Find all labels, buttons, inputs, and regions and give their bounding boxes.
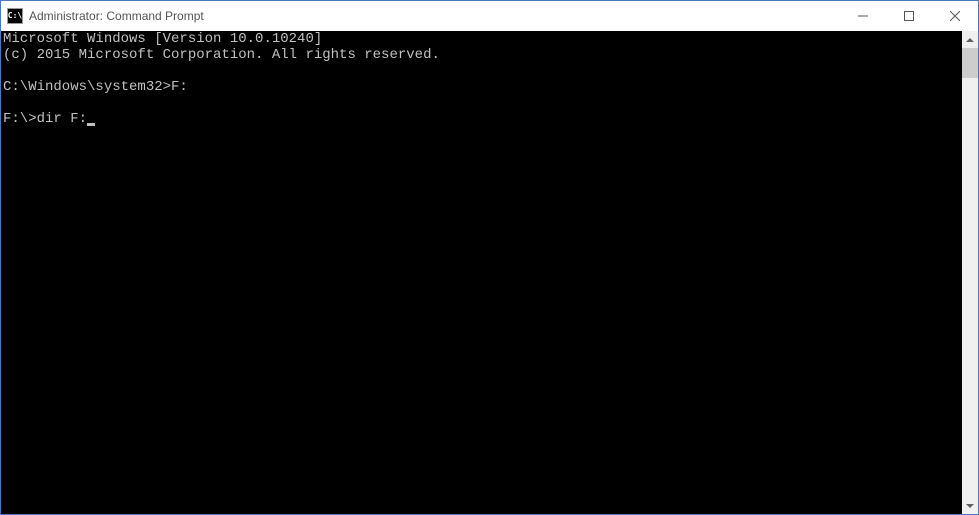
app-icon: C:\: [7, 8, 23, 24]
terminal-line: Microsoft Windows [Version 10.0.10240]: [3, 31, 322, 47]
maximize-button[interactable]: [886, 1, 932, 31]
caption-buttons: [840, 1, 978, 31]
close-button[interactable]: [932, 1, 978, 31]
terminal-line: (c) 2015 Microsoft Corporation. All righ…: [3, 47, 440, 63]
minimize-button[interactable]: [840, 1, 886, 31]
titlebar[interactable]: C:\ Administrator: Command Prompt: [1, 1, 978, 31]
terminal-line: F:\>dir F:: [3, 111, 87, 127]
scroll-up-arrow[interactable]: [962, 31, 978, 48]
chevron-down-icon: [966, 504, 974, 508]
window-title: Administrator: Command Prompt: [29, 9, 840, 23]
terminal[interactable]: Microsoft Windows [Version 10.0.10240] (…: [1, 31, 962, 514]
close-icon: [950, 11, 960, 21]
vertical-scrollbar[interactable]: [962, 31, 978, 514]
cursor: [87, 123, 95, 126]
terminal-line: C:\Windows\system32>F:: [3, 79, 188, 95]
minimize-icon: [858, 11, 868, 21]
command-prompt-window: C:\ Administrator: Command Prompt Micros…: [0, 0, 979, 515]
scroll-track[interactable]: [962, 48, 978, 497]
scroll-down-arrow[interactable]: [962, 497, 978, 514]
scroll-thumb[interactable]: [962, 48, 978, 78]
terminal-area: Microsoft Windows [Version 10.0.10240] (…: [1, 31, 978, 514]
maximize-icon: [904, 11, 914, 21]
chevron-up-icon: [966, 38, 974, 42]
